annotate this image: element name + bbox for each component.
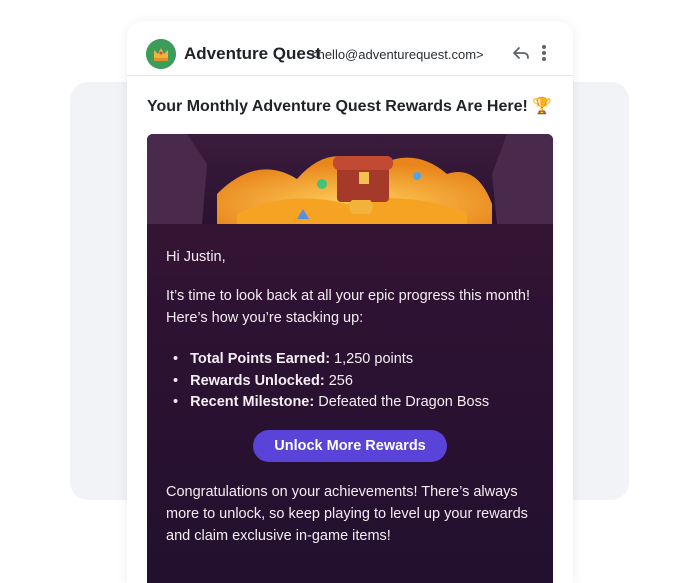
stat-value: Defeated the Dragon Boss xyxy=(314,394,490,410)
sender-name: Adventure Quest xyxy=(184,44,321,63)
intro-paragraph: It’s time to look back at all your epic … xyxy=(166,288,531,326)
email-card: Adventure Quest <hello@adventurequest.co… xyxy=(127,21,573,583)
list-item: Recent Milestone: Defeated the Dragon Bo… xyxy=(173,392,489,414)
email-body: Hi Justin, It’s time to look back at all… xyxy=(147,134,553,583)
stat-value: 256 xyxy=(324,372,353,389)
unlock-rewards-button[interactable]: Unlock More Rewards xyxy=(253,430,447,462)
stats-list: Total Points Earned: 1,250 points Reward… xyxy=(173,349,489,414)
list-item: Total Points Earned: 1,250 points xyxy=(173,349,489,371)
list-item: Rewards Unlocked: 256 xyxy=(173,371,489,393)
stat-label: Total Points Earned: xyxy=(190,351,331,367)
email-subject: Your Monthly Adventure Quest Rewards Are… xyxy=(147,98,553,115)
reply-icon[interactable] xyxy=(512,44,530,62)
stat-label: Rewards Unlocked: xyxy=(190,372,325,389)
treasure-banner-image xyxy=(147,134,553,224)
more-vertical-icon[interactable] xyxy=(540,43,548,63)
sender-avatar xyxy=(146,39,176,69)
outro-paragraph: Congratulations on your achievements! Th… xyxy=(166,484,528,544)
stat-value: 1,250 points xyxy=(330,351,414,367)
sender-email: <hello@adventurequest.com> xyxy=(310,47,484,62)
email-header: Adventure Quest <hello@adventurequest.co… xyxy=(127,21,573,76)
crown-icon xyxy=(146,39,176,69)
stat-label: Recent Milestone: xyxy=(190,394,315,410)
greeting: Hi Justin, xyxy=(166,249,226,265)
